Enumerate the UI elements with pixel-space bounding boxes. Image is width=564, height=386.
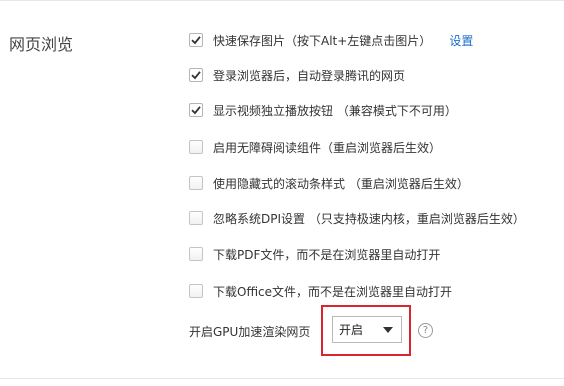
option-video-popout-button: 显示视频独立播放按钮 （兼容模式下不可用） [189,101,457,119]
download-pdf-checkbox[interactable] [189,247,203,261]
option-download-pdf: 下载PDF文件，而不是在浏览器里自动打开 [189,245,440,263]
download-office-label: 下载Office文件，而不是在浏览器里自动打开 [213,284,453,299]
download-office-checkbox[interactable] [189,284,203,298]
accessibility-reader-checkbox[interactable] [189,140,203,154]
hidden-scrollbar-label: 使用隐藏式的滚动条样式 （重启浏览器后生效） [213,176,469,191]
auto-login-tencent-checkbox[interactable] [189,68,203,82]
ignore-dpi-label: 忽略系统DPI设置 （只支持极速内核，重启浏览器后生效） [213,211,525,226]
option-auto-login-tencent: 登录浏览器后，自动登录腾讯的网页 [189,66,405,84]
option-quick-save-image: 快速保存图片（按下Alt+左键点击图片） 设置 [189,31,473,49]
ignore-dpi-checkbox[interactable] [189,211,203,225]
quick-save-settings-link[interactable]: 设置 [449,32,473,49]
auto-login-tencent-label: 登录浏览器后，自动登录腾讯的网页 [213,68,406,83]
option-accessibility-reader: 启用无障碍阅读组件（重启浏览器后生效） [189,138,441,156]
gpu-acceleration-label: 开启GPU加速渲染网页 [189,325,311,339]
download-pdf-label: 下载PDF文件，而不是在浏览器里自动打开 [213,247,441,262]
option-hidden-scrollbar: 使用隐藏式的滚动条样式 （重启浏览器后生效） [189,174,469,192]
section-title: 网页浏览 [9,35,74,54]
quick-save-image-label: 快速保存图片（按下Alt+左键点击图片） [213,33,432,48]
gpu-acceleration-select[interactable]: 开启 [332,316,402,343]
help-icon[interactable]: ? [418,323,433,338]
option-download-office: 下载Office文件，而不是在浏览器里自动打开 [189,282,452,300]
option-ignore-dpi: 忽略系统DPI设置 （只支持极速内核，重启浏览器后生效） [189,209,525,227]
bottom-divider [0,378,564,379]
video-popout-button-checkbox[interactable] [189,103,203,117]
check-icon [191,106,201,115]
check-icon [191,36,201,45]
accessibility-reader-label: 启用无障碍阅读组件（重启浏览器后生效） [213,140,442,155]
check-icon [191,71,201,80]
quick-save-image-checkbox[interactable] [189,33,203,47]
hidden-scrollbar-checkbox[interactable] [189,176,203,190]
video-popout-button-label: 显示视频独立播放按钮 （兼容模式下不可用） [213,103,457,118]
top-divider [0,0,564,1]
gpu-select-value: 开启 [339,323,364,337]
chevron-down-icon [383,327,393,333]
